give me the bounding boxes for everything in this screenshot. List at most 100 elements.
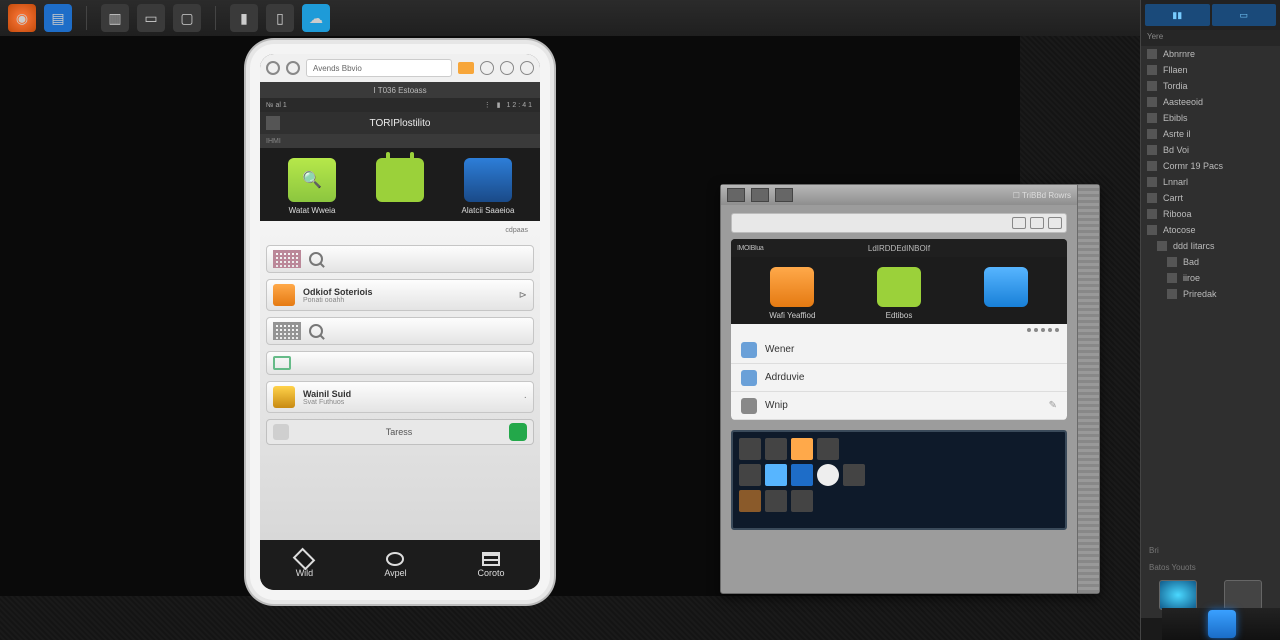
url-field[interactable]: Avends Bbvio	[306, 59, 452, 77]
item-subtitle: Svat Futhuos	[303, 399, 516, 406]
node-icon	[1157, 241, 1167, 251]
tree-node[interactable]: Ribooa	[1141, 206, 1280, 222]
confirm-icon[interactable]	[509, 423, 527, 441]
app-title: TORIPlostilito	[370, 118, 431, 129]
tree-node[interactable]: Atocose	[1141, 222, 1280, 238]
emu-list-item[interactable]: Adrduvie	[731, 364, 1067, 392]
thumb[interactable]	[791, 464, 813, 486]
tool-more-icon[interactable]	[1048, 217, 1062, 229]
taskbar-app[interactable]	[1162, 608, 1280, 640]
tree-node[interactable]: iiroe	[1141, 270, 1280, 286]
footer-label-2: Batos Youots	[1149, 563, 1272, 572]
tree-node[interactable]: Fllaen	[1141, 62, 1280, 78]
preview-swatch[interactable]	[1224, 580, 1262, 610]
separator	[86, 6, 87, 30]
node-label: Priredak	[1183, 289, 1217, 299]
tree-node[interactable]: Asrte il	[1141, 126, 1280, 142]
tree-node[interactable]: ddd Iitarcs	[1141, 238, 1280, 254]
flag-icon[interactable]: ▮	[230, 4, 258, 32]
panel-tab[interactable]: ▮▮	[1145, 4, 1210, 26]
tree-node[interactable]: Aasteeoid	[1141, 94, 1280, 110]
edit-icon[interactable]: ✎	[1049, 400, 1057, 411]
thumb[interactable]	[739, 490, 761, 512]
info-icon[interactable]	[500, 61, 514, 75]
node-icon	[1167, 273, 1177, 283]
app-launcher-icon[interactable]: ◉	[8, 4, 36, 32]
tree-node[interactable]: Bad	[1141, 254, 1280, 270]
bars-icon[interactable]: ▯	[266, 4, 294, 32]
node-icon	[1147, 209, 1157, 219]
shield-icon[interactable]	[286, 61, 300, 75]
panel-tab[interactable]: ▭	[1212, 4, 1277, 26]
thumb[interactable]	[817, 438, 839, 460]
search-row[interactable]	[266, 245, 534, 273]
app-title-bar: TORIPlostilito	[260, 112, 540, 134]
tool-window-icon[interactable]	[1030, 217, 1044, 229]
files-icon[interactable]: ▤	[44, 4, 72, 32]
emulator-titlebar[interactable]: ☐ TriBBd Rowrs	[721, 185, 1077, 205]
tree-node[interactable]: Priredak	[1141, 286, 1280, 302]
emu-tile-label: Wafi Yeaffiod	[769, 311, 815, 320]
emu-tile[interactable]: Edtibos	[864, 267, 934, 320]
tree-node[interactable]: Cormr 19 Pacs	[1141, 158, 1280, 174]
win-control-icon[interactable]	[775, 188, 793, 202]
tool-zoom-icon[interactable]	[1012, 217, 1026, 229]
thumb[interactable]	[765, 490, 787, 512]
tree-node[interactable]: Lnnarl	[1141, 174, 1280, 190]
window-icon[interactable]: ▢	[173, 4, 201, 32]
nav-recent[interactable]: Coroto	[478, 552, 505, 578]
cloud-icon[interactable]: ☁	[302, 4, 330, 32]
nav-back[interactable]: Wild	[295, 552, 313, 578]
stack-icon[interactable]: ▥	[101, 4, 129, 32]
reload-icon[interactable]	[266, 61, 280, 75]
tree-node[interactable]: Ebibls	[1141, 110, 1280, 126]
taskbar-app-icon	[1208, 610, 1236, 638]
page-dots	[731, 324, 1067, 336]
search-row-2[interactable]	[266, 317, 534, 345]
thumb[interactable]	[843, 464, 865, 486]
mail-icon[interactable]	[458, 62, 474, 74]
thumb[interactable]	[739, 464, 761, 486]
win-control-icon[interactable]	[727, 188, 745, 202]
app-menu-icon[interactable]	[266, 116, 280, 130]
tree-node[interactable]: Bd Voi	[1141, 142, 1280, 158]
app-tile[interactable]: Alatcii Saaeioa	[453, 158, 523, 215]
win-control-icon[interactable]	[751, 188, 769, 202]
emu-item-label: Wener	[765, 344, 794, 355]
menu-icon[interactable]	[520, 61, 534, 75]
emu-list-item[interactable]: Wener	[731, 336, 1067, 364]
thumb[interactable]	[739, 438, 761, 460]
thumb[interactable]	[791, 438, 813, 460]
preview-swatch[interactable]	[1159, 580, 1197, 610]
emulator-window: ☐ TriBBd Rowrs IMOIBIua LdIRDDEdINBOIf W…	[720, 184, 1100, 594]
app-tile[interactable]	[365, 158, 435, 215]
sync-icon[interactable]	[480, 61, 494, 75]
list-item[interactable]: Odkiof Soteriois Ponati ooahh ⊳	[266, 279, 534, 311]
emu-tile[interactable]: Wafi Yeaffiod	[757, 267, 827, 320]
node-icon	[1147, 129, 1157, 139]
list-item[interactable]: Wainil Suid Svat Futhuos ·	[266, 381, 534, 413]
tabs-icon[interactable]: ▭	[137, 4, 165, 32]
nav-label: Avpel	[384, 568, 406, 578]
item-subtitle: Ponati ooahh	[303, 297, 511, 304]
nav-home[interactable]: Avpel	[384, 552, 406, 578]
badge-icon	[273, 386, 295, 408]
thumb[interactable]	[791, 490, 813, 512]
bottom-tab[interactable]: Taress	[266, 419, 534, 445]
tree-node[interactable]: Carrt	[1141, 190, 1280, 206]
tree-node[interactable]: Tordia	[1141, 78, 1280, 94]
thumb[interactable]	[817, 464, 839, 486]
emulator-sidebar[interactable]	[1077, 185, 1099, 593]
grid-gray-icon	[273, 322, 301, 340]
emu-list-item[interactable]: Wnip ✎	[731, 392, 1067, 420]
add-icon[interactable]	[273, 424, 289, 440]
thumb[interactable]	[765, 464, 787, 486]
rect-row[interactable]	[266, 351, 534, 375]
tree-node[interactable]: Abnrnre	[1141, 46, 1280, 62]
app-tile[interactable]: 🔍 Watat Wweia	[277, 158, 347, 215]
screen-title: LdIRDDEdINBOIf	[868, 244, 930, 253]
thumb[interactable]	[765, 438, 787, 460]
emu-tile[interactable]	[971, 267, 1041, 320]
layer-tree: AbnrnreFllaenTordiaAasteeoidEbiblsAsrte …	[1141, 46, 1280, 302]
node-label: Ribooa	[1163, 209, 1192, 219]
